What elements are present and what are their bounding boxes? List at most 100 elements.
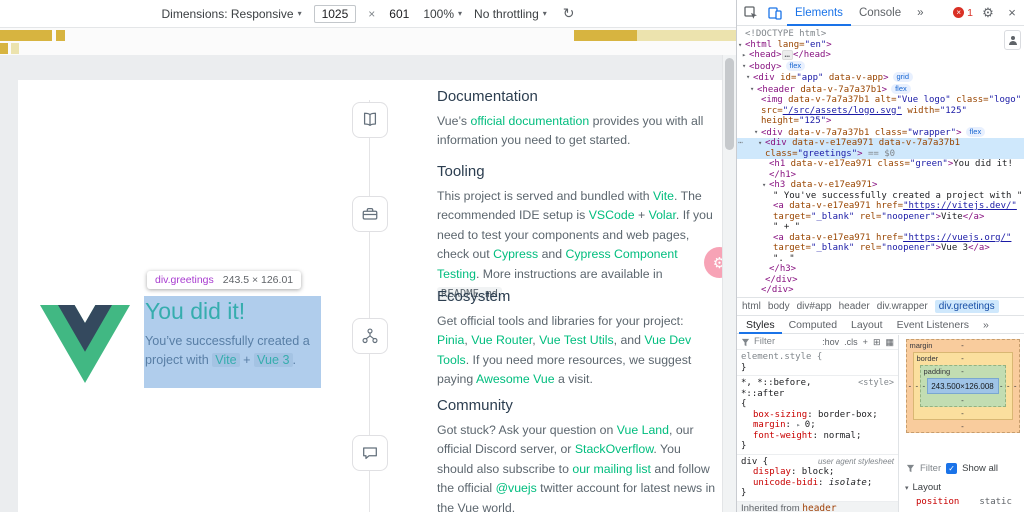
dom-token[interactable]: "https://vitejs.dev/" (903, 201, 1017, 211)
show-all-checkbox[interactable]: ✓ (946, 463, 958, 474)
css-declaration[interactable]: unicode-bidi: isolate; (741, 478, 894, 489)
dom-tree-row[interactable]: ▾ <header data-v-7a7a37b1> flex (737, 83, 1024, 96)
collapse-arrow-icon[interactable]: ▾ (758, 138, 762, 149)
tab-event-listeners[interactable]: Event Listeners (890, 315, 976, 334)
box-model-border[interactable]: border - - - - padding - - - - 243.500×1… (912, 352, 1013, 420)
dom-tree-row[interactable]: </div> (737, 285, 1024, 296)
text-link[interactable]: our mailing list (572, 462, 651, 476)
toggle-class-button[interactable]: .cls (844, 337, 858, 348)
dom-tree-row[interactable]: <h1 data-v-e17ea971 class="green">You di… (737, 159, 1024, 180)
tab-styles[interactable]: Styles (739, 315, 782, 334)
text-link[interactable]: Vue Test Utils (539, 333, 614, 347)
dom-tree-row[interactable]: ▾ <div data-v-7a7a37b1 class="wrapper"> fl… (737, 126, 1024, 139)
collapse-arrow-icon[interactable]: ▾ (746, 72, 750, 83)
dom-tree-row[interactable]: </h3> (737, 264, 1024, 275)
stylesheet-source-link[interactable]: user agent stylesheet (818, 457, 894, 468)
css-declaration[interactable]: display: block; (741, 467, 894, 478)
media-query-bar[interactable] (0, 43, 8, 54)
collapse-arrow-icon[interactable]: ▾ (738, 40, 742, 51)
expand-arrow-icon[interactable]: ▸ (742, 50, 746, 61)
dom-tree-row[interactable]: ▸ <head>… </head> (737, 50, 1024, 61)
dom-tree-row[interactable]: " + " (737, 222, 1024, 233)
more-tabs-chevron[interactable]: » (909, 0, 931, 26)
text-link[interactable]: official documentation (471, 114, 590, 128)
new-rule-button[interactable]: + (863, 337, 868, 348)
computed-property-row[interactable]: position static (900, 493, 1024, 507)
media-query-bar[interactable] (11, 43, 19, 54)
collapse-arrow-icon[interactable]: ▾ (750, 84, 754, 95)
device-toolbar-icon[interactable] (763, 0, 787, 26)
dom-tree-row[interactable]: " You've successfully created a project … (737, 191, 1024, 202)
dom-tree-row[interactable]: ▾ ⋯ <div data-v-e17ea971 data-v-7a7a37b1 c… (737, 138, 1024, 159)
dom-tree-row[interactable]: ". " (737, 254, 1024, 265)
stylesheet-source-link[interactable]: <style> (858, 378, 894, 399)
collapse-arrow-icon[interactable]: ▾ (762, 180, 766, 191)
layout-group-header[interactable]: ▾ Layout (900, 482, 1024, 493)
text-link[interactable]: Cypress (493, 247, 538, 261)
breadcrumb-item[interactable]: html (742, 301, 761, 312)
css-rule[interactable]: element.style {} (737, 350, 898, 376)
zoom-select[interactable]: 100% ▾ (423, 7, 462, 21)
breadcrumb-item[interactable]: div.greetings (934, 300, 999, 313)
css-rule[interactable]: div {user agent stylesheet display: block… (737, 455, 898, 502)
css-declaration[interactable]: font-weight: normal; (741, 431, 894, 442)
error-badge[interactable]: × 1 (950, 7, 976, 19)
rotate-viewport-icon[interactable]: ↻ (563, 5, 575, 22)
box-model-margin[interactable]: margin - - - - border - - - - padding - (905, 339, 1020, 433)
viewport-width-input[interactable]: 1025 (313, 4, 357, 23)
close-devtools-icon[interactable]: × (1000, 0, 1024, 26)
toggle-hover-button[interactable]: :hov (822, 337, 839, 348)
collapse-arrow-icon[interactable]: ▾ (742, 61, 746, 72)
collapsed-children-ellipsis[interactable]: … (781, 50, 793, 60)
page-scrollbar-thumb[interactable] (725, 58, 734, 150)
text-link[interactable]: VSCode (589, 208, 635, 222)
layout-badge[interactable]: flex (785, 60, 806, 71)
media-query-bar[interactable] (0, 30, 52, 41)
tab-computed[interactable]: Computed (782, 315, 844, 334)
media-query-bar[interactable] (56, 30, 65, 41)
collapse-arrow-icon[interactable]: ▾ (754, 127, 758, 138)
text-link[interactable]: Awesome Vue (476, 372, 555, 386)
layout-badge[interactable]: flex (891, 83, 911, 94)
inspect-icon[interactable] (739, 0, 763, 26)
dom-token[interactable]: "https://vuejs.org/" (903, 233, 1011, 243)
inherited-node-link[interactable]: header (802, 503, 836, 512)
accessibility-person-icon[interactable] (1004, 30, 1021, 50)
dom-tree-row[interactable]: <img data-v-7a7a37b1 alt="Vue logo" clas… (737, 95, 1024, 127)
dom-tree-row[interactable]: <a data-v-e17ea971 href="https://vitejs.… (737, 201, 1024, 222)
text-link[interactable]: Pinia (437, 333, 464, 347)
dom-tree-row[interactable]: <!DOCTYPE html> (737, 29, 1024, 40)
dimensions-select[interactable]: Dimensions: Responsive ▾ (162, 7, 302, 21)
dom-tree-row[interactable]: ▾ <div id="app" data-v-app> grid (737, 72, 1024, 84)
breadcrumb-item[interactable]: div#app (797, 301, 832, 312)
node-activity-dots-icon[interactable]: ⋯ (738, 138, 743, 149)
dom-tree-row[interactable]: ▾ <h3 data-v-e17ea971> (737, 180, 1024, 191)
box-model-content[interactable]: 243.500×126.008 (926, 378, 999, 394)
media-query-bar[interactable] (574, 30, 637, 41)
dom-token[interactable]: "/src/assets/logo.svg" (783, 106, 902, 116)
dom-tree-row[interactable]: ▾ <html lang="en"> (737, 40, 1024, 51)
layout-badge[interactable]: flex (965, 126, 986, 137)
dom-tree-row[interactable]: <a data-v-e17ea971 href="https://vuejs.o… (737, 233, 1024, 254)
computed-filter-input[interactable]: Filter (920, 463, 941, 474)
tab-elements[interactable]: Elements (787, 0, 851, 26)
text-link[interactable]: Volar (649, 208, 676, 222)
page-scrollbar[interactable] (722, 55, 736, 512)
layout-badge[interactable]: grid (892, 72, 914, 82)
breadcrumb-item[interactable]: body (768, 301, 790, 312)
expand-shorthand-icon[interactable]: ▸ (796, 421, 804, 429)
text-link[interactable]: @vuejs (496, 481, 537, 495)
dom-tree-row[interactable]: </div> (737, 275, 1024, 286)
text-link[interactable]: Vue Router (471, 333, 532, 347)
text-link[interactable]: Vite (653, 189, 674, 203)
text-link[interactable]: Vue Land (617, 423, 669, 437)
throttling-select[interactable]: No throttling ▾ (474, 7, 547, 21)
dom-tree-row[interactable]: ▾ <body> flex (737, 60, 1024, 73)
css-declaration[interactable]: margin: ▸ 0; (741, 420, 894, 431)
settings-gear-icon[interactable]: ⚙ (976, 0, 1000, 26)
layout-overlay-icon[interactable]: ▦ (885, 337, 894, 348)
grid-overlay-icon[interactable]: ⊞ (873, 337, 881, 348)
tab-console[interactable]: Console (851, 0, 909, 26)
tab-layout[interactable]: Layout (844, 315, 890, 334)
media-query-bar[interactable] (637, 30, 736, 41)
